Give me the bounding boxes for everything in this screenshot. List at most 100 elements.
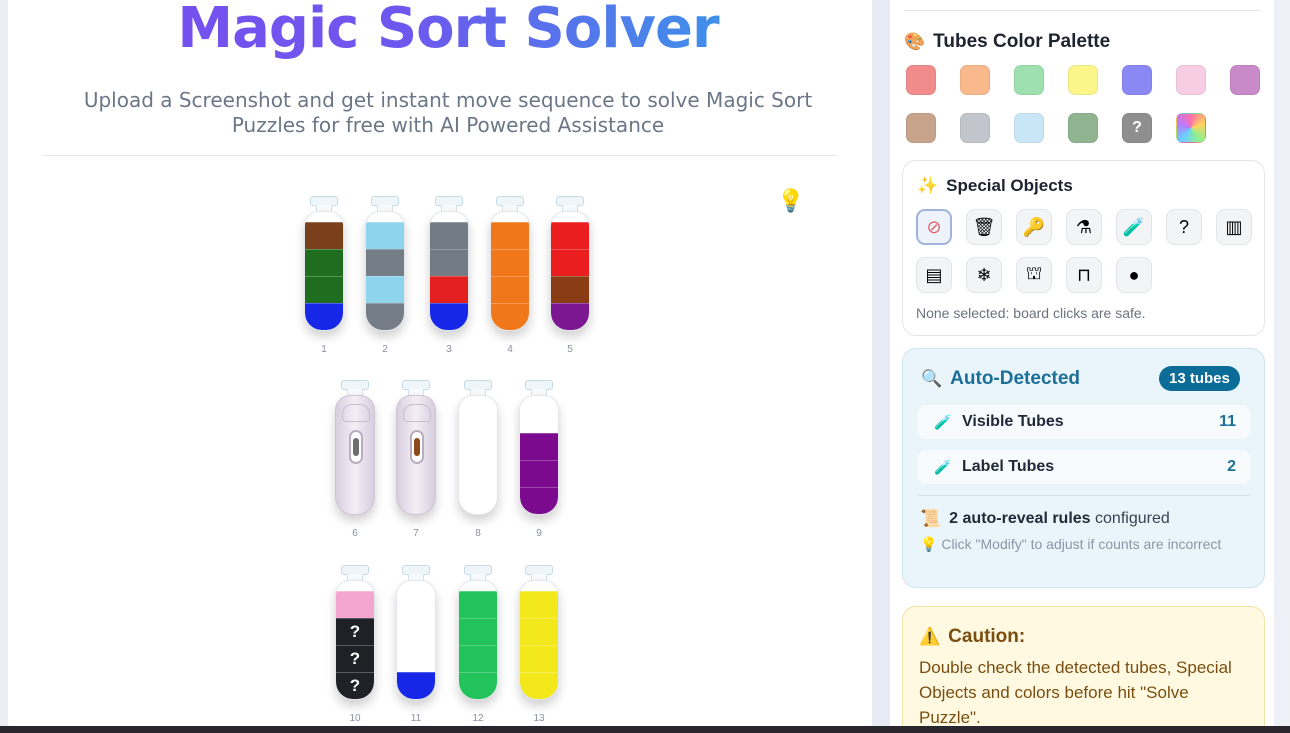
caution-card: ⚠️ Caution: Double check the detected tu… <box>902 606 1265 733</box>
modify-tip: 💡 Click "Modify" to adjust if counts are… <box>920 535 1240 554</box>
liquid-segment <box>366 222 404 249</box>
tube-3[interactable]: 3 <box>427 196 473 356</box>
liquid-segment <box>491 303 529 330</box>
color-swatch[interactable] <box>1014 113 1044 143</box>
auto-detected-card: 🔍 Auto-Detected 13 tubes 🧪 Visible Tubes… <box>902 348 1265 588</box>
hidden-segment: ? <box>336 645 374 672</box>
liquid-segment <box>305 276 343 303</box>
tube-6[interactable]: 6 <box>333 380 379 540</box>
label-tubes-count: 2 <box>1227 458 1236 475</box>
color-swatch[interactable] <box>906 65 936 95</box>
lock-color <box>414 438 420 456</box>
color-swatch[interactable] <box>960 113 990 143</box>
sidebar-divider <box>904 10 1260 11</box>
tube-body <box>550 211 590 331</box>
rules-suffix: configured <box>1095 510 1170 527</box>
hidden-segment: ? <box>336 618 374 645</box>
auto-detected-heading: 🔍 Auto-Detected <box>921 368 1080 390</box>
left-margin <box>0 0 8 733</box>
liquid-segment <box>520 487 558 514</box>
tube-number: 10 <box>349 713 361 724</box>
label-tube-icon[interactable]: 🧪 <box>1116 209 1152 245</box>
liquid-segment <box>520 591 558 618</box>
tube-body <box>458 395 498 515</box>
lock-slot <box>410 430 424 464</box>
liquid-segment <box>491 276 529 303</box>
tube-7[interactable]: 7 <box>394 380 440 540</box>
no-selection-icon[interactable]: ⊘ <box>916 209 952 245</box>
tube-number: 5 <box>567 344 573 355</box>
liquid-segment <box>520 672 558 699</box>
auto-detected-title: Auto-Detected <box>950 368 1081 389</box>
label-tubes-label: Label Tubes <box>962 458 1055 475</box>
color-swatch[interactable] <box>1014 65 1044 95</box>
color-swatch[interactable] <box>1230 65 1260 95</box>
tube-body <box>429 211 469 331</box>
color-swatch[interactable] <box>1068 113 1098 143</box>
liquid-segment <box>430 249 468 276</box>
liquid-segment <box>551 249 589 276</box>
tube-11[interactable]: 11 <box>394 565 440 725</box>
special-objects-note: None selected: board clicks are safe. <box>916 305 1146 321</box>
right-margin <box>1274 0 1290 733</box>
tube-number: 9 <box>536 528 542 539</box>
visible-tubes-count: 11 <box>1219 413 1236 430</box>
liquid-segment <box>459 645 497 672</box>
tube-10[interactable]: ??? 10 <box>333 565 379 725</box>
potion-icon[interactable]: ⚗ <box>1066 209 1102 245</box>
liquid-segment <box>520 645 558 672</box>
liquid-segment <box>459 591 497 618</box>
auto-reveal-rules: 📜 2 auto-reveal rules configured <box>920 509 1170 529</box>
liquid-segment <box>430 303 468 330</box>
liquid-segment <box>520 433 558 460</box>
rules-count: 2 auto-reveal rules <box>949 510 1091 527</box>
tube-13[interactable]: 13 <box>517 565 563 725</box>
wood-tube-icon[interactable]: ▥ <box>1216 209 1252 245</box>
liquid-segment <box>491 249 529 276</box>
special-objects-heading: ✨ Special Objects <box>917 176 1073 196</box>
test-tube-icon: 🧪 <box>934 458 952 475</box>
liquid-segment <box>366 249 404 276</box>
palette-icon: 🎨 <box>904 32 926 51</box>
tube-body <box>365 211 405 331</box>
ice-icon[interactable]: ❄ <box>966 257 1002 293</box>
stand-icon[interactable]: ⊓ <box>1066 257 1102 293</box>
tube-4[interactable]: 4 <box>488 196 534 356</box>
tube-body <box>458 580 498 700</box>
tube-number: 3 <box>446 344 452 355</box>
orb-icon[interactable]: ● <box>1116 257 1152 293</box>
tube-9[interactable]: 9 <box>517 380 563 540</box>
tube-number: 7 <box>413 528 419 539</box>
special-objects-card: ✨ Special Objects ⊘ 🗑 🔑 ⚗ 🧪? ▥ ▤ ❄ ⛫ ⊓ ● None sele… <box>902 160 1265 336</box>
liquid-segment <box>551 276 589 303</box>
puzzle-board[interactable]: 1 2 3 4 5 6 7 8 9??? 10 11 12 13 <box>8 0 872 726</box>
liquid-segment <box>430 222 468 249</box>
tube-12[interactable]: 12 <box>456 565 502 725</box>
tube-1[interactable]: 1 <box>302 196 348 356</box>
visible-tubes-label: Visible Tubes <box>962 413 1064 430</box>
label-tubes-row: 🧪 Label Tubes 2 <box>918 450 1250 484</box>
color-swatch[interactable] <box>1176 65 1206 95</box>
liquid-segment <box>430 276 468 303</box>
lock-cover <box>342 404 370 422</box>
tube-number: 13 <box>533 713 545 724</box>
liquid-segment <box>336 591 374 618</box>
crate-icon[interactable]: ▤ <box>916 257 952 293</box>
color-swatch[interactable] <box>960 65 990 95</box>
special-objects-title: Special Objects <box>946 176 1073 195</box>
tube-number: 1 <box>321 344 327 355</box>
tube-8[interactable]: 8 <box>456 380 502 540</box>
trash-icon[interactable]: 🗑 <box>966 209 1002 245</box>
key-icon[interactable]: 🔑 <box>1016 209 1052 245</box>
mystery-icon[interactable]: ? <box>1166 209 1202 245</box>
color-swatch[interactable] <box>1068 65 1098 95</box>
pipette-icon: 🧪 <box>934 413 952 430</box>
castle-icon[interactable]: ⛫ <box>1016 257 1052 293</box>
tube-5[interactable]: 5 <box>548 196 594 356</box>
color-swatch[interactable] <box>1122 65 1152 95</box>
rainbow-color-swatch[interactable] <box>1176 113 1206 143</box>
tube-2[interactable]: 2 <box>363 196 409 356</box>
unknown-color-swatch[interactable]: ? <box>1122 113 1152 143</box>
tube-number: 6 <box>352 528 358 539</box>
color-swatch[interactable] <box>906 113 936 143</box>
